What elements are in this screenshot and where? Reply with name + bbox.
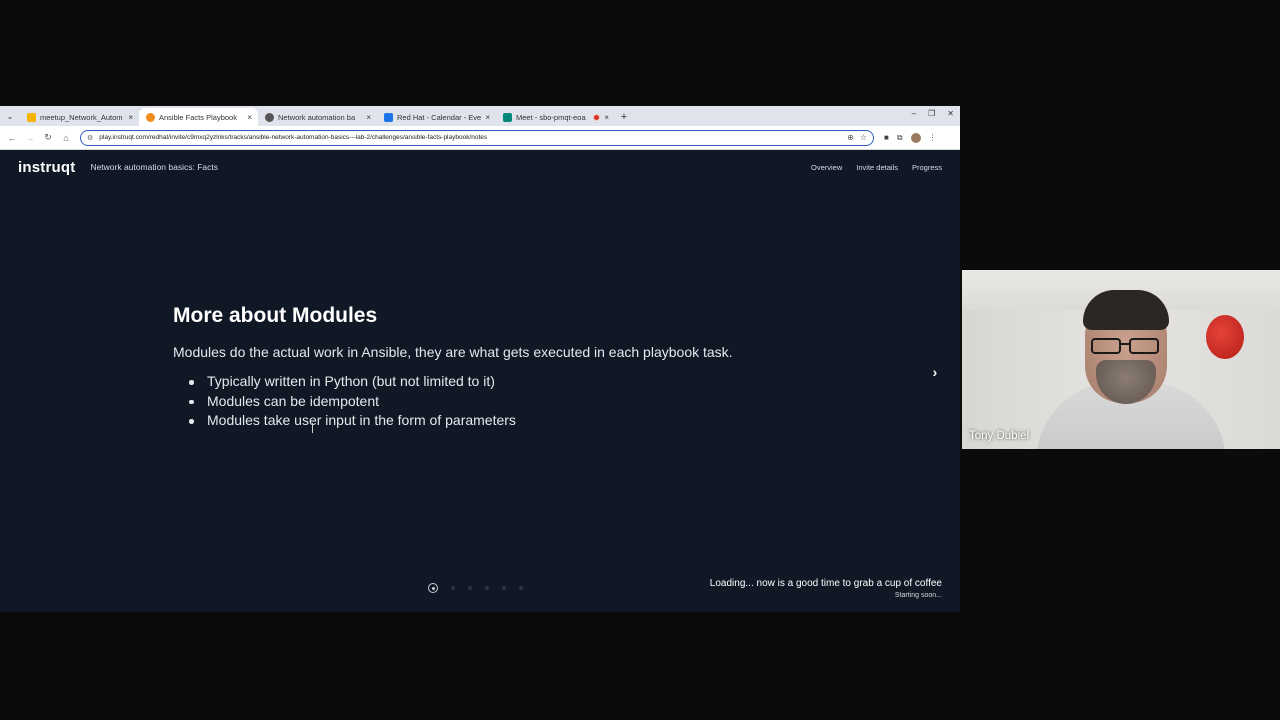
forward-arrow-icon[interactable]: →: [22, 130, 38, 146]
profile-avatar[interactable]: [910, 132, 921, 143]
person-hair: [1083, 290, 1169, 330]
text-cursor-icon: [312, 423, 316, 433]
instruqt-header: instruqt Network automation basics: Fact…: [0, 150, 960, 184]
browser-tab-strip: ⌄ meetup_Network_Autom × Ansible Facts P…: [0, 106, 960, 126]
calendar-favicon-icon: [384, 112, 393, 122]
browser-tab-ansible-facts[interactable]: Ansible Facts Playbook ×: [139, 108, 258, 126]
zoom-icon[interactable]: ⊕: [847, 133, 854, 142]
browser-tab-meet[interactable]: Meet - sbo-pmqt-eoa ×: [496, 108, 615, 126]
extensions-puzzle-icon[interactable]: ⧉: [897, 133, 903, 143]
more-menu-icon[interactable]: ⋮: [929, 133, 937, 142]
loading-status: Loading... now is a good time to grab a …: [710, 578, 942, 599]
browser-toolbar: ← → ↻ ⌂ ⚙ play.instruqt.com/redhat/invit…: [0, 126, 960, 150]
minimize-icon[interactable]: –: [912, 109, 916, 118]
loading-message: Loading... now is a good time to grab a …: [709, 578, 942, 589]
pagination-dot-current[interactable]: [428, 583, 438, 593]
browser-tab-network-automation[interactable]: Network automation ba ×: [258, 108, 377, 126]
meet-favicon-icon: [503, 112, 512, 122]
browser-tab-calendar[interactable]: Red Hat - Calendar - Eve ×: [377, 108, 496, 126]
next-slide-chevron-icon[interactable]: ›: [928, 364, 942, 380]
tab-search-chevron-icon[interactable]: ⌄: [0, 106, 20, 126]
tab-title: Ansible Facts Playbook: [159, 112, 237, 122]
back-arrow-icon[interactable]: ←: [4, 130, 20, 146]
nav-overview[interactable]: Overview: [811, 163, 842, 172]
new-tab-plus-icon[interactable]: +: [615, 108, 633, 126]
instruqt-logo[interactable]: instruqt: [18, 159, 75, 176]
close-tab-icon[interactable]: ×: [604, 113, 609, 122]
close-tab-icon[interactable]: ×: [366, 113, 371, 122]
nav-progress[interactable]: Progress: [912, 163, 942, 172]
close-tab-icon[interactable]: ×: [485, 113, 490, 122]
red-hat-object: [1206, 315, 1244, 359]
slide-title: More about Modules: [173, 304, 378, 327]
shared-screen: ⌄ meetup_Network_Autom × Ansible Facts P…: [0, 106, 960, 612]
reload-icon[interactable]: ↻: [40, 130, 56, 146]
address-bar[interactable]: ⚙ play.instruqt.com/redhat/invite/c9mxq2…: [80, 129, 874, 146]
nav-invite-details[interactable]: Invite details: [856, 163, 898, 172]
gear-favicon-icon: [265, 112, 274, 122]
sheets-favicon-icon: [27, 112, 36, 122]
window-controls: – ❐ ✕: [912, 109, 954, 118]
slide-intro: Modules do the actual work in Ansible, t…: [173, 344, 733, 360]
pagination-dot[interactable]: [485, 586, 489, 590]
pagination-dot[interactable]: [519, 586, 523, 590]
close-tab-icon[interactable]: ×: [128, 113, 133, 122]
bookmark-star-icon[interactable]: ☆: [860, 133, 867, 142]
extension-icon[interactable]: ■: [884, 133, 889, 142]
tab-title: Red Hat - Calendar - Eve: [397, 112, 482, 122]
webcam-tile[interactable]: Tony Dubiel: [962, 270, 1280, 449]
person-glasses: [1091, 338, 1161, 354]
close-tab-icon[interactable]: ×: [247, 113, 252, 122]
bullet-item: Modules take user input in the form of p…: [189, 411, 853, 431]
header-nav: Overview Invite details Progress: [811, 163, 942, 172]
recording-indicator-icon: [593, 113, 601, 121]
restore-icon[interactable]: ❐: [928, 109, 935, 118]
bullet-item: Modules can be idempotent: [189, 392, 853, 412]
tab-title: meetup_Network_Autom: [40, 112, 123, 122]
pagination-dot[interactable]: [451, 586, 455, 590]
track-title: Network automation basics: Facts: [90, 162, 218, 172]
bullet-item: Typically written in Python (but not lim…: [189, 372, 853, 392]
tab-title: Network automation ba: [278, 112, 356, 122]
close-window-icon[interactable]: ✕: [947, 109, 954, 118]
slide-content: More about Modules Modules do the actual…: [173, 304, 853, 431]
browser-tab-meetup[interactable]: meetup_Network_Autom ×: [20, 108, 139, 126]
pagination-dot[interactable]: [502, 586, 506, 590]
participant-name: Tony Dubiel: [969, 430, 1030, 442]
tab-title: Meet - sbo-pmqt-eoa: [516, 112, 586, 122]
slide-bullet-list: Typically written in Python (but not lim…: [189, 372, 853, 431]
instruqt-favicon-icon: [146, 112, 155, 122]
home-icon[interactable]: ⌂: [58, 130, 74, 146]
url-text: play.instruqt.com/redhat/invite/c9mxq2yz…: [99, 134, 488, 141]
slide-pagination: [428, 583, 523, 593]
pagination-dot[interactable]: [468, 586, 472, 590]
loading-substatus: Starting soon...: [894, 592, 942, 599]
site-settings-icon[interactable]: ⚙: [87, 134, 93, 142]
